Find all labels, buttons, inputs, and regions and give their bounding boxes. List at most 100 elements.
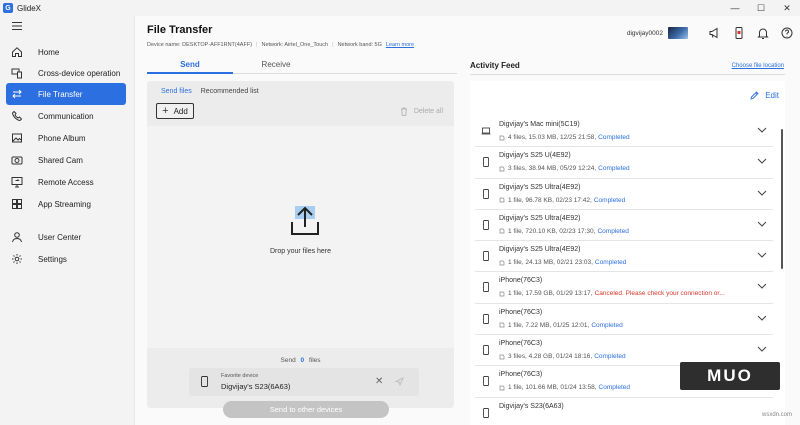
status-badge: Completed [597,227,629,235]
phone-device-icon [483,251,489,262]
list-item[interactable]: Digvijay's Mac mini(5C19) 4 files, 15.03… [475,116,773,148]
add-button[interactable]: + Add [156,103,194,119]
help-icon[interactable] [780,26,794,40]
file-icon [499,229,505,234]
learn-more-link[interactable]: Learn more [386,42,414,48]
list-item[interactable]: Digvijay's S23(6A63) [475,398,773,425]
sidebar-item-label: App Streaming [38,199,91,209]
send-count-text: Send 0 files [147,357,454,364]
chevron-down-icon[interactable] [757,221,767,227]
subtab-recommended-list[interactable]: Recommended list [201,88,259,95]
home-icon [12,47,22,57]
list-item[interactable]: Digvijay's S25 Ultra(4E92) 1 file, 720.1… [475,210,773,242]
divider: | [256,42,258,48]
sidebar: Home Cross-device operation File Transfe… [0,16,134,425]
window-controls: — ☐ ✕ [722,0,800,16]
file-icon [499,135,505,140]
minimize-button[interactable]: — [722,0,748,16]
device-name: Digvijay's S25 Ultra(4E92) [499,246,581,254]
sidebar-item-phone-album[interactable]: Phone Album [6,127,126,149]
maximize-button[interactable]: ☐ [748,0,774,16]
list-item[interactable]: Digvijay's S25 U(4E92) 3 files, 38.94 MB… [475,147,773,179]
list-item[interactable]: iPhone(76C3) 1 file, 17.59 GB, 01/29 13:… [475,272,773,304]
hamburger-menu-icon[interactable] [11,20,23,32]
transfer-meta: 1 file, 720.10 KB, 02/23 17:30, Completed [499,228,629,235]
chevron-down-icon[interactable] [757,252,767,258]
sidebar-item-label: Communication [38,111,94,121]
sidebar-item-app-streaming[interactable]: App Streaming [6,193,126,215]
pencil-icon [750,91,759,100]
upload-icon [291,206,319,235]
favorite-device-card[interactable]: Favorite device Digvijay's S23(6A63) ✕ [189,368,419,396]
send-arrow-icon[interactable] [395,377,404,386]
close-icon[interactable]: ✕ [375,376,383,387]
scrollbar[interactable] [781,129,783,269]
delete-all-button[interactable]: Delete all [400,107,443,116]
camera-icon [11,156,23,165]
transfer-meta: 4 files, 15.03 MB, 12/25 21:58, Completed [499,134,630,141]
drop-files-text: Drop your files here [269,248,332,255]
device-name: Digvijay's S25 Ultra(4E92) [499,214,581,222]
user-icon [12,232,22,243]
gear-icon [12,254,22,264]
device-name: Digvijay's S23(6A63) [499,402,564,410]
subtab-send-files[interactable]: Send files [161,88,192,95]
megaphone-icon[interactable] [708,26,722,40]
sidebar-item-home[interactable]: Home [6,41,126,63]
device-name: iPhone(76C3) [499,340,543,348]
send-count-prefix: Send [280,357,296,364]
phone-device-icon[interactable] [732,26,746,40]
chevron-down-icon[interactable] [757,127,767,133]
phone-icon [11,110,23,122]
username[interactable]: digvijay0002 [627,30,663,37]
status-badge: Completed [591,321,623,329]
sidebar-item-settings[interactable]: Settings [6,248,126,270]
file-icon [499,166,505,172]
send-to-other-devices-button[interactable]: Send to other devices [223,401,389,418]
chevron-down-icon[interactable] [757,158,767,165]
tab-receive[interactable]: Receive [233,60,319,74]
choose-file-location-link[interactable]: Choose file location [732,63,784,69]
status-badge: Completed [594,259,627,267]
sidebar-item-user-center[interactable]: User Center [6,226,126,248]
device-info-bar: Device name: DESKTOP-AFF1RNT(4AFF) | Net… [147,42,418,48]
sidebar-item-shared-cam[interactable]: Shared Cam [6,149,126,171]
chevron-down-icon[interactable] [757,283,767,290]
chevron-down-icon[interactable] [757,315,767,321]
network-band-text: Network band: 5G [337,42,382,48]
chevron-down-icon[interactable] [757,190,767,196]
sidebar-item-file-transfer[interactable]: File Transfer [6,83,126,105]
transfer-details: 3 files, 4.28 GB, 01/24 18:16, [508,353,593,361]
close-button[interactable]: ✕ [774,0,800,16]
user-area: digvijay0002 [627,25,794,41]
sidebar-item-label: File Transfer [38,89,83,99]
device-name: iPhone(76C3) [499,308,543,316]
file-drop-zone[interactable]: Drop your files here [147,126,454,348]
edit-button[interactable]: Edit [750,91,779,100]
watermark-site-text: wsxdn.com [762,412,793,418]
app-logo-icon: G [3,3,13,13]
status-badge: Completed [593,196,626,204]
send-panel: Send files Recommended list + Add Delete… [147,81,454,418]
sidebar-item-communication[interactable]: Communication [6,105,126,127]
phone-device-icon [483,407,489,418]
bell-icon[interactable] [756,26,770,40]
chevron-down-icon[interactable] [757,346,767,352]
list-item[interactable]: Digvijay's S25 Ultra(4E92) 1 file, 96.78… [475,179,773,210]
transfer-details: 1 file, 17.59 GB, 01/29 13:17, [508,290,593,298]
app-streaming-icon [12,199,22,209]
transfer-meta: 1 file, 7.22 MB, 01/25 12:01, Completed [499,322,623,329]
list-item[interactable]: Digvijay's S25 Ultra(4E92) 1 file, 24.13… [475,241,773,273]
trash-icon [400,107,407,116]
avatar[interactable] [668,27,688,39]
sidebar-item-cross-device[interactable]: Cross-device operation [6,62,126,84]
cross-device-icon [11,68,22,79]
phone-device-icon [483,188,489,199]
sidebar-item-label: Home [38,47,60,57]
file-icon [499,385,505,391]
sidebar-item-remote-access[interactable]: Remote Access [6,171,126,193]
status-badge: Canceled. Please check your connection o… [594,290,725,298]
send-count-suffix: files [308,357,321,364]
phone-device-icon [483,282,489,293]
list-item[interactable]: iPhone(76C3) 1 file, 7.22 MB, 01/25 12:0… [475,304,773,336]
